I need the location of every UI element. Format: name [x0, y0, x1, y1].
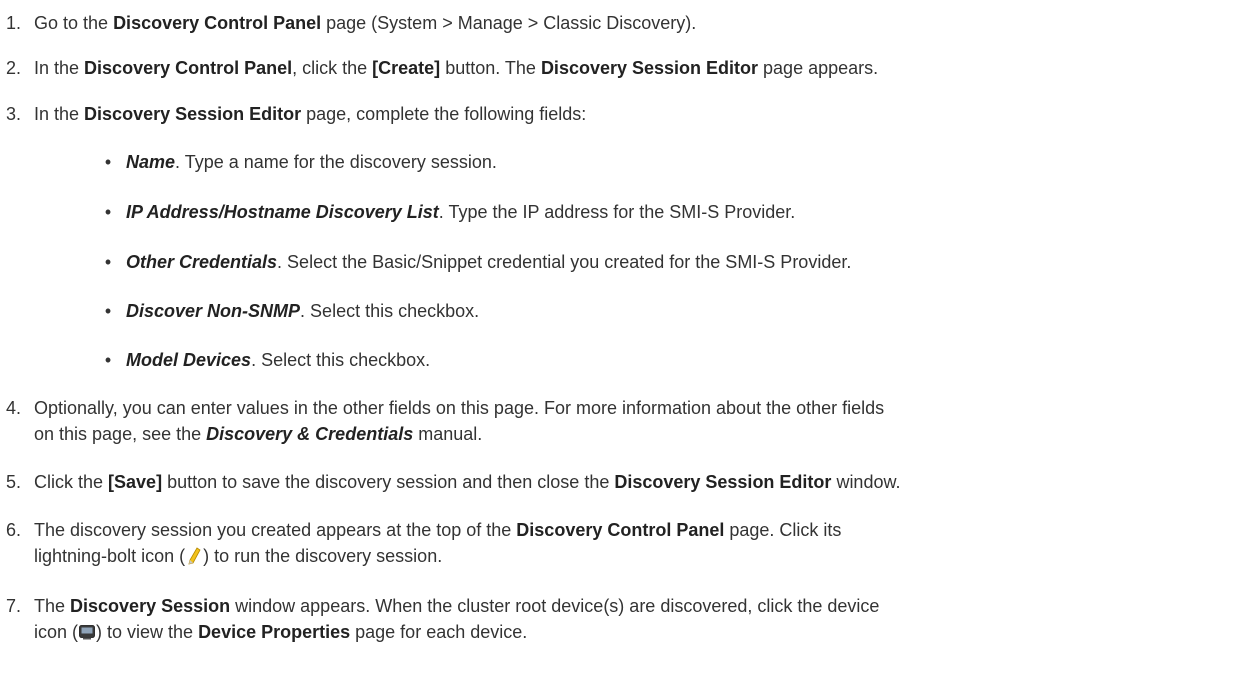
field-description: . Select this checkbox.	[300, 301, 480, 321]
step-number: 4.	[6, 398, 22, 418]
ui-term: Device Properties	[198, 622, 351, 642]
step-text: The Discovery Session window appears. Wh…	[34, 596, 880, 642]
ui-term: Discovery Control Panel	[113, 13, 322, 33]
step-number: 2.	[6, 58, 22, 78]
bullet-marker: •	[104, 252, 112, 272]
step-number: 5.	[6, 472, 22, 492]
step-number: 6.	[6, 520, 22, 540]
step-text: The discovery session you created appear…	[34, 520, 842, 566]
step-text: In the Discovery Control Panel, click th…	[34, 58, 879, 78]
field-label: Other Credentials	[126, 252, 278, 272]
step-number: 3.	[6, 104, 22, 124]
field-label: IP Address/Hostname Discovery List	[126, 202, 439, 222]
ui-term: [Save]	[108, 472, 163, 492]
step-text: Optionally, you can enter values in the …	[34, 398, 885, 444]
field-description: . Type a name for the discovery session.	[175, 152, 497, 172]
step-number: 7.	[6, 596, 22, 616]
bullet-marker: •	[104, 202, 112, 222]
field-description: . Type the IP address for the SMI-S Prov…	[438, 202, 796, 222]
device-icon	[78, 622, 96, 640]
ui-term: Discovery Session	[70, 596, 231, 616]
field-label: Discover Non-SNMP	[126, 301, 301, 321]
instructions-document: 1. Go to the Discovery Control Panel pag…	[0, 0, 1233, 696]
bullet-marker: •	[104, 152, 112, 172]
step-number: 1.	[6, 13, 22, 33]
field-description: . Select this checkbox.	[251, 350, 431, 370]
ui-term: [Create]	[372, 58, 441, 78]
ui-term: Discovery Session Editor	[540, 58, 759, 78]
manual-title: Discovery & Credentials	[206, 424, 414, 444]
ui-term: Discovery Control Panel	[516, 520, 725, 540]
step-text: Click the [Save] button to save the disc…	[34, 472, 901, 492]
ui-term: Discovery Session Editor	[614, 472, 832, 492]
bullet-marker: •	[104, 350, 112, 370]
bullet-marker: •	[104, 301, 112, 321]
field-description: . Select the Basic/Snippet credential yo…	[277, 252, 852, 272]
lightning-bolt-icon	[185, 546, 203, 565]
step-text: In the Discovery Session Editor page, co…	[34, 104, 587, 124]
field-label: Model Devices	[126, 350, 252, 370]
ui-term: Discovery Session Editor	[84, 104, 302, 124]
ui-term: Discovery Control Panel	[84, 58, 293, 78]
field-label: Name	[126, 152, 176, 172]
step-text: Go to the Discovery Control Panel page (…	[34, 13, 697, 33]
